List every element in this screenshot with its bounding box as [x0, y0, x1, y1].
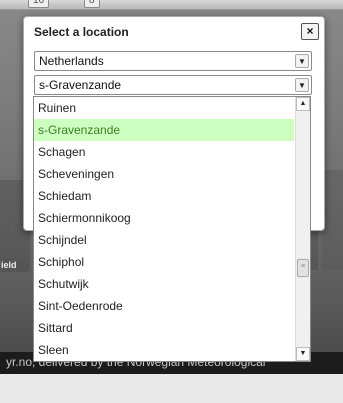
close-button[interactable]: ×: [301, 23, 319, 40]
city-select[interactable]: s-Gravenzande ▼: [34, 75, 312, 95]
list-item[interactable]: Sleen: [34, 339, 294, 361]
top-toolbar-strip: [0, 0, 343, 10]
chevron-down-icon[interactable]: ▼: [295, 78, 309, 92]
dialog-title: Select a location: [34, 25, 129, 39]
list-item[interactable]: Schutwijk: [34, 273, 294, 295]
list-item[interactable]: Sittard: [34, 317, 294, 339]
top-control-2[interactable]: 8: [84, 0, 100, 8]
bottom-band: [0, 374, 343, 403]
list-item[interactable]: Schijndel: [34, 229, 294, 251]
list-item[interactable]: Schiphol: [34, 251, 294, 273]
list-item[interactable]: Sint-Oedenrode: [34, 295, 294, 317]
city-dropdown-list[interactable]: Ruinen s-Gravenzande Schagen Scheveningen Sc…: [33, 96, 311, 362]
list-item[interactable]: Scheveningen: [34, 163, 294, 185]
list-item[interactable]: Schiermonnikoog: [34, 207, 294, 229]
partial-side-label: ield: [0, 258, 28, 272]
list-item[interactable]: Ruinen: [34, 97, 294, 119]
list-item[interactable]: Schiedam: [34, 185, 294, 207]
scroll-thumb[interactable]: ≡: [297, 259, 309, 277]
top-control-1[interactable]: 16: [28, 0, 50, 8]
city-select-value: s-Gravenzande: [39, 78, 122, 92]
list-scrollbar[interactable]: ▲ ≡ ▼: [295, 97, 310, 361]
country-select[interactable]: Netherlands ▼: [34, 51, 312, 71]
country-select-value: Netherlands: [39, 54, 104, 68]
scroll-up-icon[interactable]: ▲: [296, 97, 310, 111]
scroll-down-icon[interactable]: ▼: [296, 347, 310, 361]
city-list-items: Ruinen s-Gravenzande Schagen Scheveningen Sc…: [34, 97, 310, 361]
list-item[interactable]: Schagen: [34, 141, 294, 163]
list-item[interactable]: s-Gravenzande: [34, 119, 294, 141]
chevron-down-icon[interactable]: ▼: [295, 54, 309, 68]
